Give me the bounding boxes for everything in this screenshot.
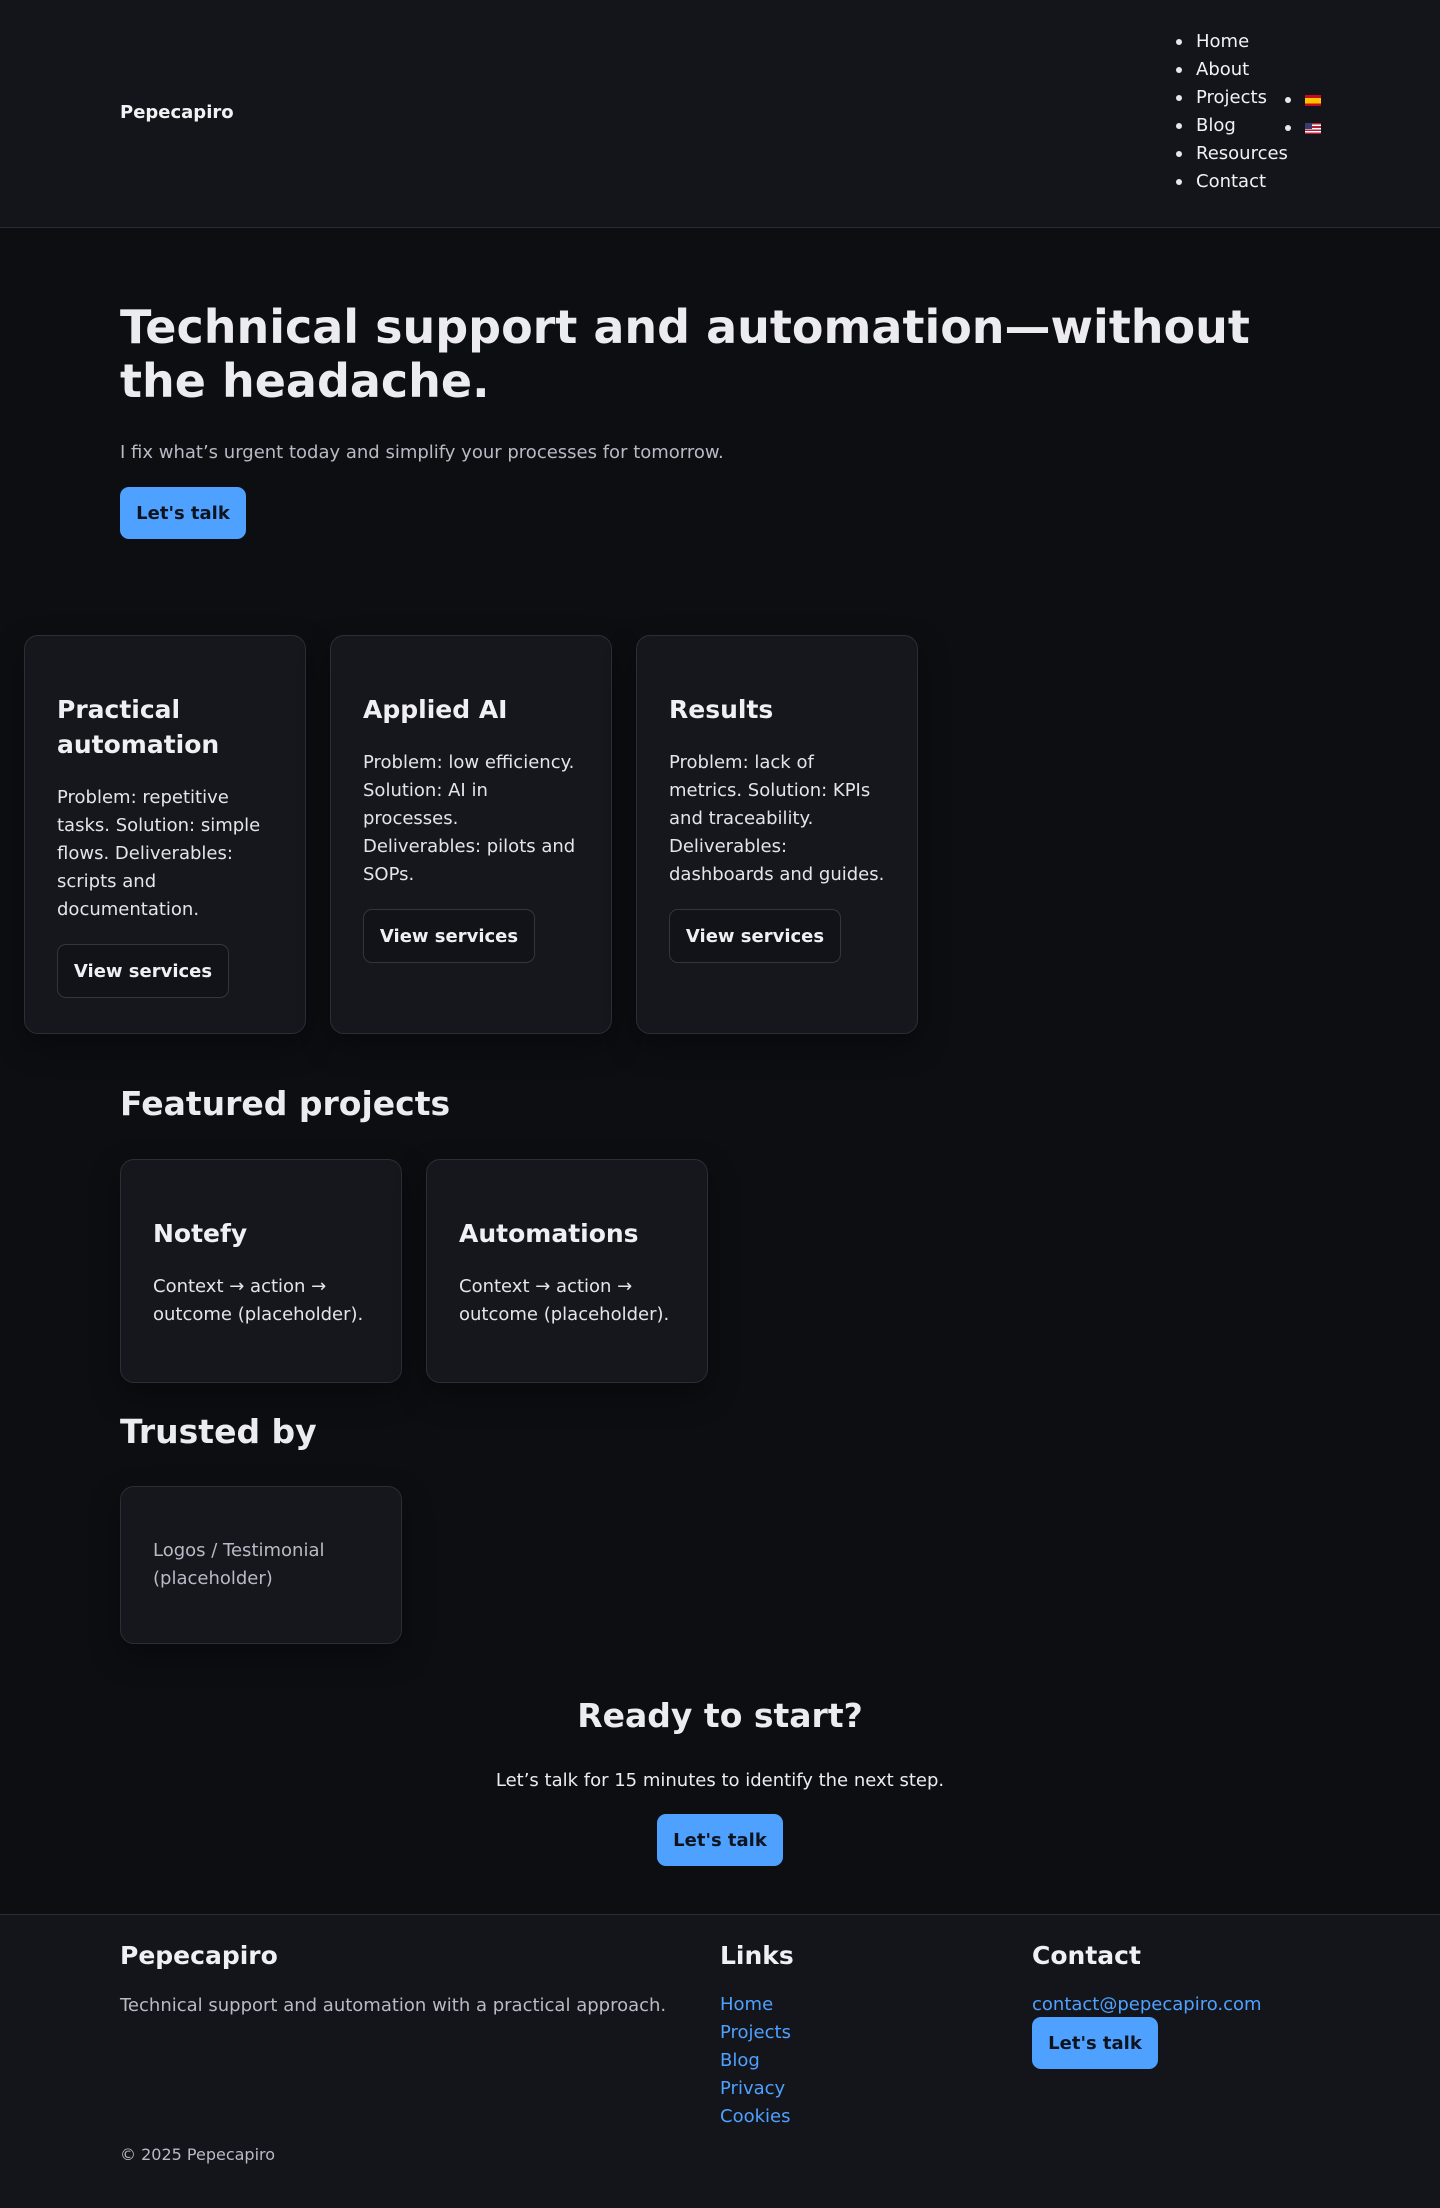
trusted-card: Logos / Testimonial (placeholder): [120, 1486, 402, 1644]
view-services-button[interactable]: View services: [57, 944, 229, 998]
service-card-ai: Applied AI Problem: low efficiency. Solu…: [330, 635, 612, 1034]
brand-logo-text[interactable]: Pepecapiro: [120, 102, 234, 123]
nav-item-home[interactable]: Home: [1176, 28, 1288, 56]
view-services-button[interactable]: View services: [363, 909, 535, 963]
footer-link-home[interactable]: Home: [720, 1991, 791, 2019]
cta-button[interactable]: Let's talk: [657, 1814, 783, 1866]
project-card-notefy[interactable]: Notefy Context → action → outcome (place…: [120, 1159, 402, 1383]
service-card-text: Problem: repetitive tasks. Solution: sim…: [57, 787, 261, 920]
language-switcher: [1285, 86, 1321, 142]
copyright: © 2025 Pepecapiro: [120, 2145, 276, 2164]
nav-item-resources[interactable]: Resources: [1176, 140, 1288, 168]
footer-link-projects[interactable]: Projects: [720, 2019, 791, 2047]
spain-flag-icon[interactable]: [1305, 94, 1321, 106]
main-nav: Home About Projects Blog Resources Conta…: [1176, 28, 1288, 196]
service-card-title: Results: [669, 695, 774, 724]
project-card-automations[interactable]: Automations Context → action → outcome (…: [426, 1159, 708, 1383]
service-card-title: Practical automation: [57, 695, 220, 759]
nav-item-projects[interactable]: Projects: [1176, 84, 1288, 112]
project-card-text: Context → action → outcome (placeholder)…: [153, 1276, 364, 1325]
trusted-by-title: Trusted by: [120, 1412, 317, 1451]
service-card-automation: Practical automation Problem: repetitive…: [24, 635, 306, 1034]
nav-item-blog[interactable]: Blog: [1176, 112, 1288, 140]
footer-contact-button[interactable]: Let's talk: [1032, 2017, 1158, 2069]
lang-item-es[interactable]: [1285, 86, 1321, 114]
footer-link-blog[interactable]: Blog: [720, 2047, 791, 2075]
us-flag-icon[interactable]: [1305, 122, 1321, 134]
view-services-button[interactable]: View services: [669, 909, 841, 963]
service-card-results: Results Problem: lack of metrics. Soluti…: [636, 635, 918, 1034]
nav-item-about[interactable]: About: [1176, 56, 1288, 84]
hero-cta-button[interactable]: Let's talk: [120, 487, 246, 539]
lang-item-en[interactable]: [1285, 114, 1321, 142]
footer-links-title: Links: [720, 1941, 794, 1970]
cta-subtitle: Let’s talk for 15 minutes to identify th…: [495, 1770, 945, 1791]
site-header: Pepecapiro Home About Projects Blog Reso…: [0, 0, 1440, 228]
footer-links: Home Projects Blog Privacy Cookies: [720, 1991, 791, 2131]
footer-description: Technical support and automation with a …: [120, 1995, 667, 2016]
service-card-title: Applied AI: [363, 695, 508, 724]
site-footer: Pepecapiro Technical support and automat…: [0, 1914, 1440, 2208]
featured-projects-title: Featured projects: [120, 1084, 451, 1123]
hero-subtitle: I fix what’s urgent today and simplify y…: [120, 442, 724, 463]
footer-brand: Pepecapiro: [120, 1941, 278, 1970]
footer-contact-title: Contact: [1032, 1941, 1141, 1970]
project-card-title: Notefy: [153, 1219, 248, 1248]
service-card-text: Problem: lack of metrics. Solution: KPIs…: [669, 752, 885, 885]
hero-title: Technical support and automation—without…: [120, 300, 1250, 408]
cta-title: Ready to start?: [577, 1696, 863, 1735]
project-card-text: Context → action → outcome (placeholder)…: [459, 1276, 670, 1325]
project-card-title: Automations: [459, 1219, 639, 1248]
footer-link-privacy[interactable]: Privacy: [720, 2075, 791, 2103]
service-card-text: Problem: low efficiency. Solution: AI in…: [363, 752, 576, 885]
footer-email-link[interactable]: contact@pepecapiro.com: [1032, 1991, 1262, 2019]
footer-link-cookies[interactable]: Cookies: [720, 2103, 791, 2131]
nav-item-contact[interactable]: Contact: [1176, 168, 1288, 196]
trusted-placeholder-text: Logos / Testimonial (placeholder): [153, 1540, 325, 1589]
